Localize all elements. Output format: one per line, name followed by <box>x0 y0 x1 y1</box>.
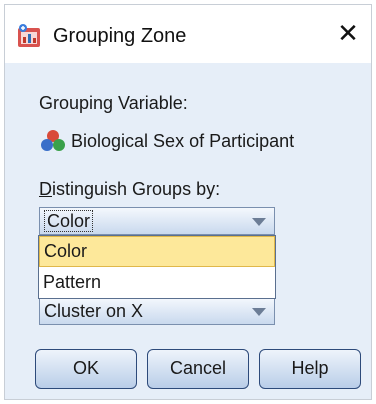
distinguish-selected-value: Color <box>44 210 94 232</box>
dropdown-option-color[interactable]: Color <box>39 236 275 267</box>
ok-button[interactable]: OK <box>35 349 137 389</box>
chevron-down-icon[interactable] <box>252 308 266 316</box>
distinguish-groups-select[interactable]: Color <box>39 207 275 235</box>
dialog-body: Grouping Variable: Biological Sex of Par… <box>5 63 371 399</box>
help-button[interactable]: Help <box>259 349 361 389</box>
distinguish-groups-label: Distinguish Groups by: <box>39 179 220 200</box>
dialog-title: Grouping Zone <box>53 25 187 47</box>
chevron-down-icon[interactable] <box>252 218 266 226</box>
title-bar: Grouping Zone ✕ <box>5 5 371 63</box>
cluster-select[interactable]: Cluster on X <box>39 297 275 325</box>
nominal-variable-icon <box>41 130 65 151</box>
cluster-selected-value: Cluster on X <box>44 301 144 321</box>
close-icon[interactable]: ✕ <box>335 20 361 47</box>
dropdown-option-pattern[interactable]: Pattern <box>39 267 275 297</box>
grouping-zone-dialog: Grouping Zone ✕ Grouping Variable: Biolo… <box>4 4 372 400</box>
cancel-button[interactable]: Cancel <box>147 349 249 389</box>
grouping-variable-name: Biological Sex of Participant <box>71 130 295 151</box>
chart-app-icon <box>18 24 40 47</box>
distinguish-label-text: istinguish Groups by: <box>52 179 221 199</box>
grouping-variable-label: Grouping Variable: <box>39 93 188 113</box>
distinguish-mnemonic: D <box>39 179 52 199</box>
distinguish-dropdown-list[interactable]: Color Pattern <box>38 235 276 299</box>
grouping-variable-row: Biological Sex of Participant <box>39 129 294 153</box>
